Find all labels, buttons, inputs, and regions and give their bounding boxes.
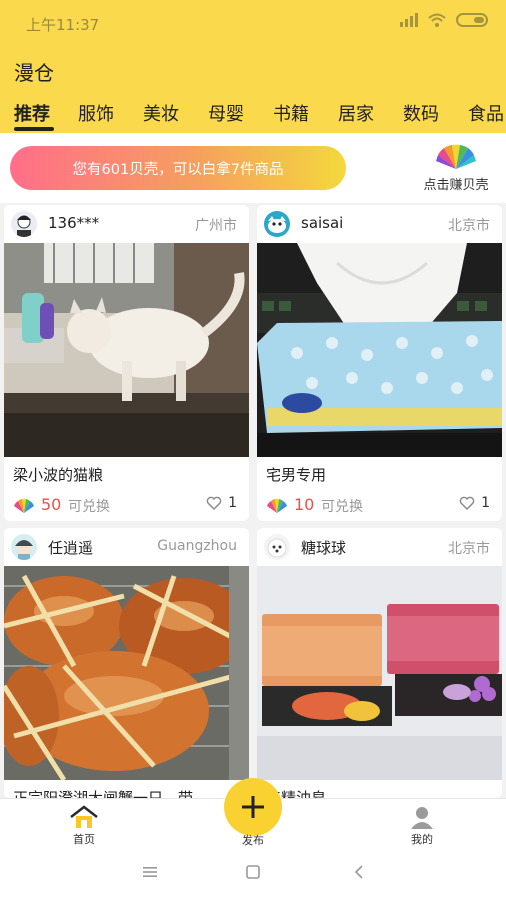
tab-recommend[interactable]: 推荐 xyxy=(14,100,50,126)
app-title: 漫仓 xyxy=(14,61,54,85)
card-footer: 50 可兑换 1 xyxy=(4,495,249,519)
city-label: 广州市 xyxy=(195,218,237,234)
username[interactable]: 136*** xyxy=(48,214,99,232)
city-label: 北京市 xyxy=(448,218,490,234)
tab-books[interactable]: 书籍 xyxy=(273,100,309,126)
product-photo[interactable] xyxy=(4,243,249,457)
tab-baby[interactable]: 母婴 xyxy=(208,100,244,126)
like-count-value: 1 xyxy=(228,495,237,511)
active-tab-indicator xyxy=(14,127,54,131)
publish-button[interactable] xyxy=(224,778,282,836)
product-title[interactable]: 正宗阳澄湖大闸蟹一只，带 xyxy=(13,787,243,798)
signal-icon xyxy=(400,13,418,27)
product-card[interactable]: 糖球球 北京市 工精油皂 xyxy=(257,528,502,798)
product-card[interactable]: saisai 北京市 宅男专用 10 可兑换 1 xyxy=(257,205,502,521)
tab-home[interactable]: 居家 xyxy=(338,100,374,126)
product-photo[interactable] xyxy=(257,566,502,780)
earn-shells-label: 点击赚贝壳 xyxy=(423,178,489,193)
redeemable-label: 可兑换 xyxy=(321,499,363,515)
avatar[interactable] xyxy=(264,211,290,237)
nav-mine[interactable]: 我的 xyxy=(392,805,452,847)
card-header: 136*** 广州市 xyxy=(4,205,249,243)
wifi-icon xyxy=(428,13,446,27)
back-icon[interactable] xyxy=(352,864,366,880)
plus-icon xyxy=(242,796,264,818)
product-title[interactable]: 宅男专用 xyxy=(266,464,496,485)
avatar[interactable] xyxy=(11,211,37,237)
menu-icon[interactable] xyxy=(141,864,159,880)
shell-icon xyxy=(14,498,34,513)
product-card[interactable]: 任逍遥 Guangzhou 正宗阳澄湖大闸蟹一只，带 xyxy=(4,528,249,798)
battery-icon xyxy=(456,13,488,27)
status-bar: 上午11:37 xyxy=(0,0,506,46)
shell-balance-banner[interactable]: 您有601贝壳，可以白拿7件商品 xyxy=(10,146,346,190)
product-photo[interactable] xyxy=(257,243,502,457)
card-header: 糖球球 北京市 xyxy=(257,528,502,566)
shell-fan-icon xyxy=(436,144,476,169)
username[interactable]: saisai xyxy=(301,214,343,232)
city-label: Guangzhou xyxy=(157,538,237,554)
tab-clothing[interactable]: 服饰 xyxy=(78,100,114,126)
user-icon xyxy=(411,807,433,829)
shell-price: 50 xyxy=(41,495,62,514)
status-icons xyxy=(400,13,488,27)
heart-icon xyxy=(459,496,475,510)
app-header: 上午11:37 漫仓 推荐 服饰 美妆 母婴 书籍 居家 数码 食品 xyxy=(0,0,506,133)
tab-digital[interactable]: 数码 xyxy=(403,100,439,126)
username[interactable]: 任逍遥 xyxy=(48,537,93,558)
nav-home-label: 首页 xyxy=(73,833,95,846)
nav-mine-label: 我的 xyxy=(411,833,433,846)
card-header: 任逍遥 Guangzhou xyxy=(4,528,249,566)
username[interactable]: 糖球球 xyxy=(301,537,346,558)
shell-banner-row: 您有601贝壳，可以白拿7件商品 点击赚贝壳 xyxy=(0,133,506,203)
product-title[interactable]: 梁小波的猫粮 xyxy=(13,464,243,485)
like-count[interactable]: 1 xyxy=(206,495,237,511)
home-icon xyxy=(70,805,98,828)
shell-icon xyxy=(267,498,287,513)
avatar[interactable] xyxy=(264,534,290,560)
shell-price: 10 xyxy=(294,495,315,514)
earn-shells-button[interactable]: 点击赚贝壳 xyxy=(416,143,496,199)
category-tabs: 推荐 服饰 美妆 母婴 书籍 居家 数码 食品 xyxy=(0,100,506,133)
product-card[interactable]: 136*** 广州市 梁小波的猫粮 50 可兑换 1 xyxy=(4,205,249,521)
card-header: saisai 北京市 xyxy=(257,205,502,243)
like-count-value: 1 xyxy=(481,495,490,511)
avatar[interactable] xyxy=(11,534,37,560)
redeemable-label: 可兑换 xyxy=(68,499,110,515)
tab-food[interactable]: 食品 xyxy=(468,100,504,126)
city-label: 北京市 xyxy=(448,541,490,557)
nav-home[interactable]: 首页 xyxy=(54,805,114,847)
home-square-icon[interactable] xyxy=(245,864,261,880)
tab-beauty[interactable]: 美妆 xyxy=(143,100,179,126)
publish-label: 发布 xyxy=(242,834,264,847)
heart-icon xyxy=(206,496,222,510)
status-time: 上午11:37 xyxy=(26,16,100,34)
product-title[interactable]: 工精油皂 xyxy=(266,787,496,798)
system-navigation-bar xyxy=(0,848,506,900)
like-count[interactable]: 1 xyxy=(459,495,490,511)
card-footer: 10 可兑换 1 xyxy=(257,495,502,519)
product-photo[interactable] xyxy=(4,566,249,780)
